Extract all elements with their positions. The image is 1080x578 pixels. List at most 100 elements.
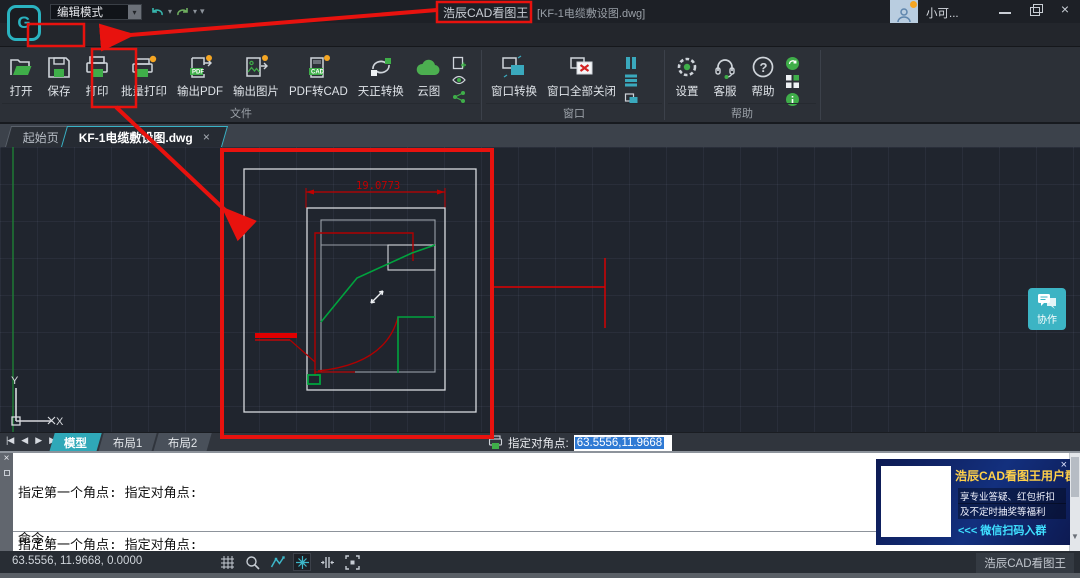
window-group-label: 窗口 [486,103,662,121]
gear-icon [673,54,701,81]
drawing-canvas[interactable]: 19.0773 [0,147,1080,432]
minimize-button[interactable] [998,3,1012,17]
user-name[interactable]: 小可... [926,5,959,21]
collaborate-button[interactable]: 协作 [1028,288,1066,330]
restore-button[interactable] [1028,3,1042,17]
support-button[interactable]: 客服 [706,51,744,102]
mode-select[interactable]: 编辑模式 ▾ [50,4,142,20]
command-panel-close-icon[interactable]: × [4,453,10,464]
redo-icon[interactable] [175,4,190,18]
notification-badge [910,1,917,8]
window-switch-button[interactable]: 窗口转换 [486,51,542,102]
doc-tab-drawing[interactable]: KF-1电缆敷设图.dwg × [61,126,228,147]
title-bar: 编辑模式 ▾ ▾ ▾ ▾ 浩辰CAD看图王 [KF-1电缆敷设图.dwg] 小可… [0,0,1080,23]
ucs-y-label: Y [11,375,19,387]
dynamic-input-field[interactable]: 63.5556,11.9668 [574,435,672,451]
polyline-toggle-icon[interactable] [268,553,286,571]
tianzheng-convert-button[interactable]: 天正转换 [353,51,409,102]
person-icon [896,7,912,23]
cad-drawing: 19.0773 [0,147,1080,432]
export-pdf-button[interactable]: PDF 输出PDF [172,51,228,102]
cloud-drawing-button[interactable]: 云图 [409,51,449,102]
check-update-icon[interactable] [785,56,800,71]
drawing-red-cable [255,233,413,376]
ribbon-separator [664,50,665,120]
pdf-to-cad-button[interactable]: CAD PDF转CAD [284,51,353,102]
command-panel-rail: × [0,453,13,551]
drawing-small-box [388,245,435,270]
window-small-buttons [621,51,641,104]
grid-toggle-icon[interactable] [218,553,236,571]
drawing-mid-frame [307,208,445,390]
help-button[interactable]: ? 帮助 [744,51,782,102]
view-drawing-icon[interactable] [452,73,466,87]
popup-benefit-line: 及不定时抽奖等福利 [958,503,1066,519]
window-bottom-edge [0,573,1080,578]
cascade-windows-icon[interactable] [624,90,638,104]
drawing-red-tee [490,258,605,328]
prev-tab-button[interactable]: ◀ [21,435,27,446]
layout-tab-bar: |◀ ◀ ▶ ▶| 模型 布局1 布局2 指定对角点: 63.5556,11.9… [0,432,1080,451]
snap-toggle-icon[interactable] [293,553,311,571]
dynamic-input-label: 指定对角点: [508,435,569,451]
lineweight-toggle-icon[interactable] [318,553,336,571]
close-all-windows-button[interactable]: 窗口全部关闭 [542,51,621,102]
tab-model[interactable]: 模型 [49,433,101,452]
first-tab-button[interactable]: |◀ [6,435,13,446]
export-image-button[interactable]: 输出图片 [228,51,284,102]
tab-layout2[interactable]: 布局2 [154,433,213,452]
fullscreen-toggle-icon[interactable] [343,553,361,571]
app-logo[interactable]: G [7,5,41,41]
undo-icon[interactable] [150,4,165,18]
batch-print-label: 批量打印 [121,83,167,99]
ribbon-separator [481,50,482,120]
ribbon-group-window: 窗口转换 窗口全部关闭 窗口 [486,47,662,122]
command-history-line: 指定第一个角点: 指定对角点: [18,486,197,501]
layout-nav-arrows: |◀ ◀ ▶ ▶| [6,435,56,446]
customize-toolbar-icon[interactable]: ▾ [200,6,205,17]
print-icon [83,54,111,81]
scrollbar-thumb[interactable] [1071,457,1079,497]
file-small-buttons [449,51,469,104]
tab-layout1[interactable]: 布局1 [98,433,157,452]
scroll-down-icon[interactable]: ▼ [1070,532,1080,541]
support-label: 客服 [714,83,737,99]
menu-row: 文件 览图绘制 扩展工具 云批注 × [0,23,1080,47]
save-button[interactable]: 保存 [40,51,78,102]
zoom-toggle-icon[interactable] [243,553,261,571]
command-scrollbar[interactable]: ▼ [1069,453,1080,551]
settings-button[interactable]: 设置 [668,51,706,102]
quick-access-toolbar: ▾ ▾ ▾ [150,4,205,18]
drawing-green-cable [321,245,435,373]
cloud-icon [414,54,444,81]
mode-select-dropdown-icon[interactable]: ▾ [128,5,141,19]
doc-tab-close-icon[interactable]: × [203,130,210,144]
new-features-icon[interactable] [785,74,800,89]
redo-dropdown-icon[interactable]: ▾ [193,7,197,16]
new-drawing-icon[interactable] [452,56,466,70]
layout-tabs: 模型 布局1 布局2 [52,433,212,452]
help-small-buttons [782,51,803,107]
window-switch-label: 窗口转换 [491,83,537,99]
share-icon[interactable] [452,90,466,104]
tile-vertical-icon[interactable] [624,56,638,70]
batch-print-button[interactable]: 批量打印 [116,51,172,102]
close-button[interactable]: × [1058,3,1072,17]
ribbon: 打开 保存 打印 批量打印 PDF 输出PDF [0,47,1080,124]
next-tab-button[interactable]: ▶ [35,435,41,446]
save-label: 保存 [48,83,71,99]
save-icon [45,54,73,81]
dynamic-input: 指定对角点: 63.5556,11.9668 [488,433,672,452]
popup-close-icon[interactable]: × [1061,459,1067,471]
tile-horizontal-icon[interactable] [624,73,638,87]
printer-prompt-icon [488,435,503,450]
pdf-to-cad-label: PDF转CAD [289,83,348,99]
open-button[interactable]: 打开 [2,51,40,102]
command-panel-dock-icon[interactable] [4,470,10,476]
print-button[interactable]: 打印 [78,51,116,102]
undo-dropdown-icon[interactable]: ▾ [168,7,172,16]
open-icon [7,54,35,81]
user-avatar[interactable] [890,0,918,23]
ribbon-group-file: 打开 保存 打印 批量打印 PDF 输出PDF [2,47,480,122]
dynamic-input-value: 63.5556,11.9668 [575,437,664,449]
